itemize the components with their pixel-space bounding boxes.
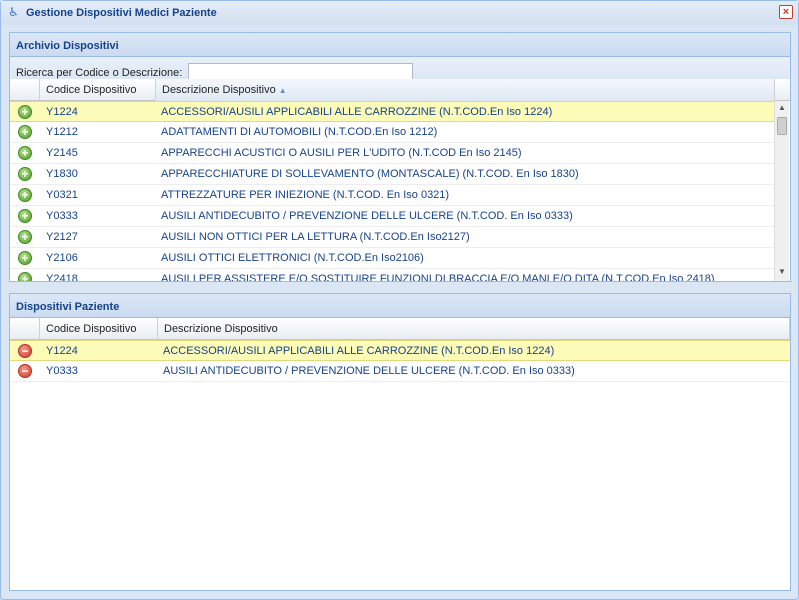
window-titlebar[interactable]: ♿ Gestione Dispositivi Medici Paziente ×: [1, 1, 798, 25]
archive-header-code-label: Codice Dispositivo: [46, 84, 137, 96]
patient-header-icon-col: [10, 318, 40, 340]
table-row[interactable]: − Y1224 ACCESSORI/AUSILI APPLICABILI ALLE …: [10, 340, 790, 361]
device-description-cell: ATTREZZATURE PER INIEZIONE (N.T.COD. En …: [161, 189, 450, 201]
device-description-cell: ACCESSORI/AUSILI APPLICABILI ALLE CARROZ…: [161, 106, 553, 118]
table-row[interactable]: + Y1212 ADATTAMENTI DI AUTOMOBILI (N.T.COD…: [10, 122, 774, 143]
device-code-cell: Y2145: [46, 147, 78, 159]
add-device-icon[interactable]: +: [18, 146, 32, 160]
patient-header-code-label: Codice Dispositivo: [46, 323, 137, 335]
patient-header-desc-label: Descrizione Dispositivo: [164, 323, 278, 335]
device-description-cell: AUSILI OTTICI ELETTRONICI (N.T.COD.En Is…: [161, 252, 424, 264]
add-device-icon[interactable]: +: [18, 167, 32, 181]
device-code-cell: Y0333: [46, 365, 78, 377]
device-description-cell: AUSILI ANTIDECUBITO / PREVENZIONE DELLE …: [161, 210, 573, 222]
device-description-cell: APPARECCHIATURE DI SOLLEVAMENTO (MONTASC…: [161, 168, 579, 180]
remove-device-icon[interactable]: −: [18, 344, 32, 358]
patient-grid-body: − Y1224 ACCESSORI/AUSILI APPLICABILI ALLE …: [10, 340, 790, 590]
scroll-down-icon[interactable]: ▼: [777, 267, 787, 277]
table-row[interactable]: + Y1830 APPARECCHIATURE DI SOLLEVAMENTO (M…: [10, 164, 774, 185]
table-row[interactable]: − Y0333 AUSILI ANTIDECUBITO / PREVENZIONE …: [10, 361, 790, 382]
patient-header-code[interactable]: Codice Dispositivo: [40, 318, 158, 340]
add-device-icon[interactable]: +: [18, 105, 32, 119]
patient-panel-header: Dispositivi Paziente: [10, 294, 790, 318]
device-description-cell: ACCESSORI/AUSILI APPLICABILI ALLE CARROZ…: [163, 345, 555, 357]
device-code-cell: Y0321: [46, 189, 78, 201]
device-code-cell: Y0333: [46, 210, 78, 222]
add-device-icon[interactable]: +: [18, 125, 32, 139]
archive-scrollbar[interactable]: ▲ ▼: [774, 101, 789, 281]
scroll-up-icon[interactable]: ▲: [777, 103, 787, 113]
archive-header-desc[interactable]: Descrizione Dispositivo ▲: [156, 79, 775, 101]
add-device-icon[interactable]: +: [18, 209, 32, 223]
sort-asc-icon: ▲: [278, 86, 287, 95]
archive-grid-body: + Y1224 ACCESSORI/AUSILI APPLICABILI ALLE …: [10, 101, 774, 281]
search-label: Ricerca per Codice o Descrizione:: [16, 67, 183, 79]
device-description-cell: AUSILI ANTIDECUBITO / PREVENZIONE DELLE …: [163, 365, 575, 377]
table-row[interactable]: + Y2418 AUSILI PER ASSISTERE E/O SOSTITUIR…: [10, 269, 774, 281]
patient-panel-title: Dispositivi Paziente: [16, 301, 120, 313]
table-row[interactable]: + Y2145 APPARECCHI ACUSTICI O AUSILI PER L…: [10, 143, 774, 164]
device-description-cell: APPARECCHI ACUSTICI O AUSILI PER L'UDITO…: [161, 147, 522, 159]
device-description-cell: AUSILI NON OTTICI PER LA LETTURA (N.T.CO…: [161, 231, 470, 243]
device-code-cell: Y2127: [46, 231, 78, 243]
device-code-cell: Y1830: [46, 168, 78, 180]
archive-header-icon-col: [10, 79, 40, 101]
archive-grid-header: Codice Dispositivo Descrizione Dispositi…: [10, 79, 790, 101]
device-code-cell: Y2106: [46, 252, 78, 264]
archive-header-desc-label: Descrizione Dispositivo: [162, 84, 276, 96]
archive-panel: Archivio Dispositivi Ricerca per Codice …: [9, 32, 791, 282]
wheelchair-icon: ♿: [8, 5, 19, 19]
add-device-icon[interactable]: +: [18, 251, 32, 265]
table-row[interactable]: + Y0321 ATTREZZATURE PER INIEZIONE (N.T.CO…: [10, 185, 774, 206]
table-row[interactable]: + Y1224 ACCESSORI/AUSILI APPLICABILI ALLE …: [10, 101, 774, 122]
device-manager-window: ♿ Gestione Dispositivi Medici Paziente ×…: [0, 0, 799, 600]
device-code-cell: Y1224: [46, 345, 78, 357]
table-row[interactable]: + Y2127 AUSILI NON OTTICI PER LA LETTURA (…: [10, 227, 774, 248]
archive-panel-header: Archivio Dispositivi: [10, 33, 790, 57]
archive-header-code[interactable]: Codice Dispositivo: [40, 79, 156, 101]
device-code-cell: Y1224: [46, 106, 78, 118]
table-row[interactable]: + Y0333 AUSILI ANTIDECUBITO / PREVENZIONE …: [10, 206, 774, 227]
window-title: Gestione Dispositivi Medici Paziente: [26, 7, 217, 19]
device-code-cell: Y1212: [46, 126, 78, 138]
scroll-thumb[interactable]: [777, 117, 787, 135]
table-row[interactable]: + Y2106 AUSILI OTTICI ELETTRONICI (N.T.COD…: [10, 248, 774, 269]
add-device-icon[interactable]: +: [18, 272, 32, 281]
device-code-cell: Y2418: [46, 273, 78, 281]
patient-header-desc[interactable]: Descrizione Dispositivo: [158, 318, 790, 340]
archive-panel-title: Archivio Dispositivi: [16, 40, 119, 52]
add-device-icon[interactable]: +: [18, 230, 32, 244]
device-description-cell: AUSILI PER ASSISTERE E/O SOSTITUIRE FUNZ…: [161, 273, 715, 281]
close-button[interactable]: ×: [779, 5, 793, 19]
remove-device-icon[interactable]: −: [18, 364, 32, 378]
device-description-cell: ADATTAMENTI DI AUTOMOBILI (N.T.COD.En Is…: [161, 126, 438, 138]
patient-grid-header: Codice Dispositivo Descrizione Dispositi…: [10, 318, 790, 340]
add-device-icon[interactable]: +: [18, 188, 32, 202]
patient-devices-panel: Dispositivi Paziente Codice Dispositivo …: [9, 293, 791, 591]
